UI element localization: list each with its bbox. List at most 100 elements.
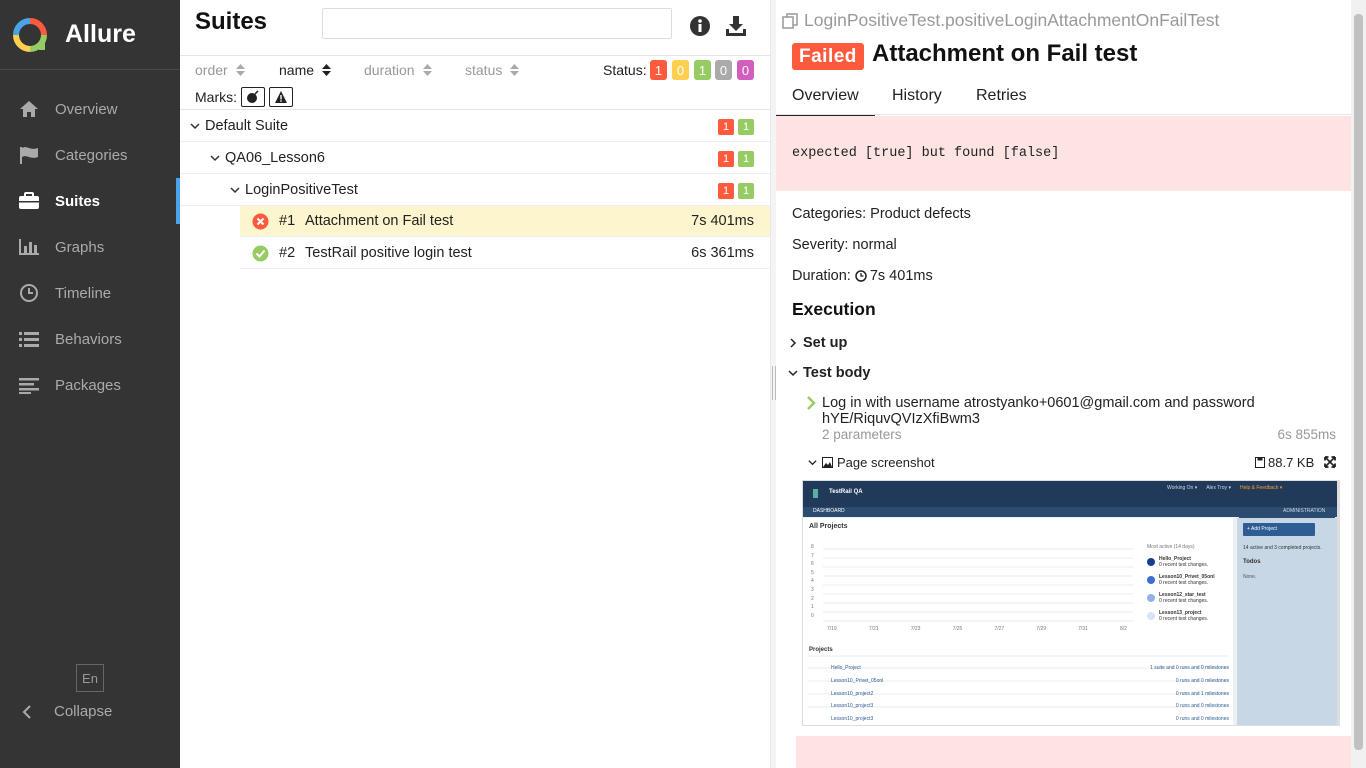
tree-node-label: Default Suite [205,118,289,134]
duration-label: Duration: [792,268,851,284]
warning-icon [275,91,287,103]
test-name: TestRail positive login test [305,245,472,261]
language-button[interactable]: En [76,664,104,692]
status-filter-unknown[interactable]: 0 [737,60,754,80]
x-tick: 7/31 [1078,626,1088,632]
x-tick: 7/29 [1036,626,1047,632]
screenshot-x-axis: 7/19 7/21 7/23 7/25 7/27 7/29 7/31 8/2 [827,626,1127,632]
legend-swatch [1147,558,1155,566]
new-failed-mark-button[interactable] [269,87,293,107]
brand[interactable]: Allure [0,0,180,70]
step-duration: 6s 855ms [1277,427,1336,442]
expand-icon[interactable] [1324,456,1336,468]
flag-icon [18,145,40,165]
sidebar-item-suites[interactable]: Suites [0,178,180,224]
tree-node-suite[interactable]: Default Suite 1 1 [180,110,770,142]
status-filter-passed[interactable]: 1 [694,60,711,80]
status-filter-failed[interactable]: 1 [650,60,667,80]
attachment-name: Page screenshot [837,455,935,470]
screenshot-projects-label: Projects [809,647,833,653]
attachment-row[interactable]: Page screenshot 88.7 KB [806,454,1336,472]
tab-history[interactable]: History [892,87,942,105]
bar-chart-icon [18,237,40,257]
legend-swatch [1147,612,1155,620]
screenshot-heading: All Projects [809,523,848,530]
sort-order[interactable]: order [195,62,245,78]
next-error-box [796,736,1351,768]
screenshot-add-button: + Add Project [1247,526,1277,532]
step-params[interactable]: 2 parameters [822,427,902,442]
stage-label: Set up [803,335,848,351]
sort-name[interactable]: name [279,62,332,78]
suites-header: Suites [180,0,770,56]
test-row[interactable]: #1 Attachment on Fail test 7s 401ms [240,206,770,237]
briefcase-icon [18,191,40,211]
save-icon[interactable] [1255,457,1265,468]
legend-item: Lesson12_star_test 0 recent test changes. [1147,592,1215,604]
severity-text: Severity: normal [792,237,897,253]
sidebar-item-timeline[interactable]: Timeline [0,270,180,316]
scrollbar-thumb[interactable] [1354,14,1363,750]
suites-pane: Suites order name duration status Status… [180,0,770,768]
chevron-right-icon [790,338,797,348]
sidebar-item-behaviors[interactable]: Behaviors [0,316,180,362]
legend-text: Hello_Project 0 recent test changes. [1159,556,1208,568]
setup-stage[interactable]: Set up [788,335,847,351]
project-name: Lesson10_project3 [831,703,874,710]
scrollbar[interactable] [1351,0,1366,768]
page-screenshot-image[interactable]: TestRail QA Working On ▾ Alex Troy ▾ Hel… [802,480,1340,726]
sort-duration[interactable]: duration [364,62,432,78]
screenshot-todos: Todos [1243,559,1261,565]
screenshot-menu-item: Help & Feedback ▾ [1239,485,1283,491]
home-icon [18,99,40,119]
chevron-down-icon [210,155,220,162]
legend-item: Lesson10_Privet_05onl 0 recent test chang… [1147,574,1215,586]
tree-node-label: QA06_Lesson6 [225,150,325,166]
copy-icon[interactable] [782,12,798,29]
duration-value: 7s 401ms [869,268,933,284]
tab-retries[interactable]: Retries [976,87,1027,105]
list-icon [18,329,40,349]
sidebar-item-graphs[interactable]: Graphs [0,224,180,270]
screenshot-y-axis: 8 7 6 5 4 3 2 1 0 [811,544,814,619]
tree-node-class[interactable]: LoginPositiveTest 1 1 [180,174,770,206]
y-tick: 2 [811,595,814,602]
chevron-down-icon [808,460,817,466]
project-info: 0 runs and 1 milestones [1175,690,1229,697]
collapse-button[interactable]: Collapse [20,703,112,720]
status-filter-broken[interactable]: 0 [672,60,689,80]
allure-logo-icon [13,17,47,52]
marks-label: Marks: [195,89,237,105]
status-filter-label: Status: [603,62,647,78]
passed-count: 1 [738,119,754,135]
test-body-stage[interactable]: Test body [788,365,870,381]
download-icon[interactable] [724,14,748,38]
legend-sub: 0 recent test changes. [1159,616,1209,622]
error-message-box: expected [true] but found [false] [776,116,1351,191]
test-row[interactable]: #2 TestRail positive login test 6s 361ms [240,238,770,269]
test-duration: 6s 361ms [691,245,754,261]
step-text: Log in with username atrostyanko+0601@gm… [822,395,1255,427]
bomb-icon [247,90,259,103]
search-input[interactable] [322,8,672,39]
screenshot-tab: ADMINISTRATION [1283,508,1326,514]
fullname-text: LoginPositiveTest.positiveLoginAttachmen… [804,10,1220,30]
sort-status[interactable]: status [465,62,520,78]
screenshot-summary: 14 active and 3 completed projects. [1243,545,1322,551]
tab-overview[interactable]: Overview [776,87,875,118]
info-icon[interactable] [688,14,712,38]
flaky-mark-button[interactable] [241,87,265,107]
screenshot-legend: Hello_Project 0 recent test changes. Less… [1147,556,1215,622]
duration-row: Duration: 7s 401ms [792,268,933,284]
legend-swatch [1147,594,1155,602]
sidebar-item-categories[interactable]: Categories [0,132,180,178]
x-tick: 7/21 [868,626,879,632]
status-filter-skipped[interactable]: 0 [715,60,732,80]
sidebar-item-overview[interactable]: Overview [0,86,180,132]
clock-icon [855,270,867,282]
legend-item: Lesson13_project 0 recent test changes. [1147,610,1215,622]
sidebar-item-packages[interactable]: Packages [0,362,180,408]
screenshot-project-row: Hello_Project 1 suite and 0 runs and 0 mi… [831,665,1229,678]
x-tick: 7/19 [827,626,837,632]
tree-node-group[interactable]: QA06_Lesson6 1 1 [180,142,770,174]
